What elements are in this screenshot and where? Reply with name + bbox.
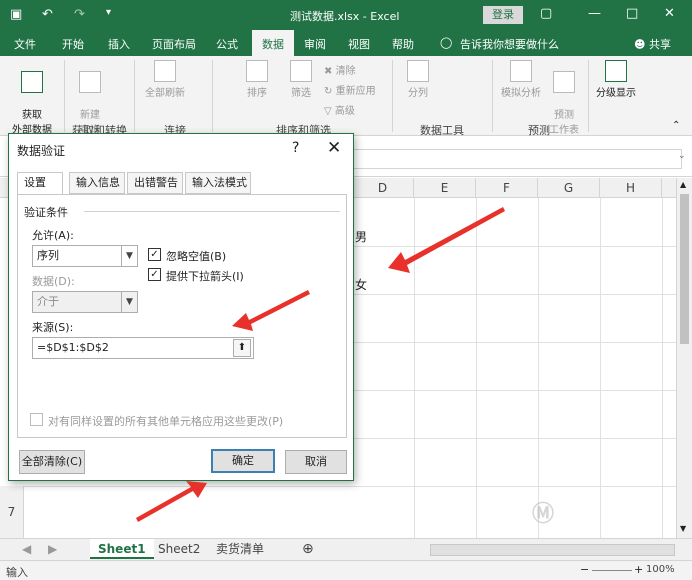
arrow-to-ok — [136, 481, 207, 522]
watermark: Ⓜ — [532, 502, 555, 527]
arrow-to-source — [232, 290, 310, 331]
annotation-arrows — [136, 207, 505, 522]
arrow-to-cells — [388, 207, 505, 273]
